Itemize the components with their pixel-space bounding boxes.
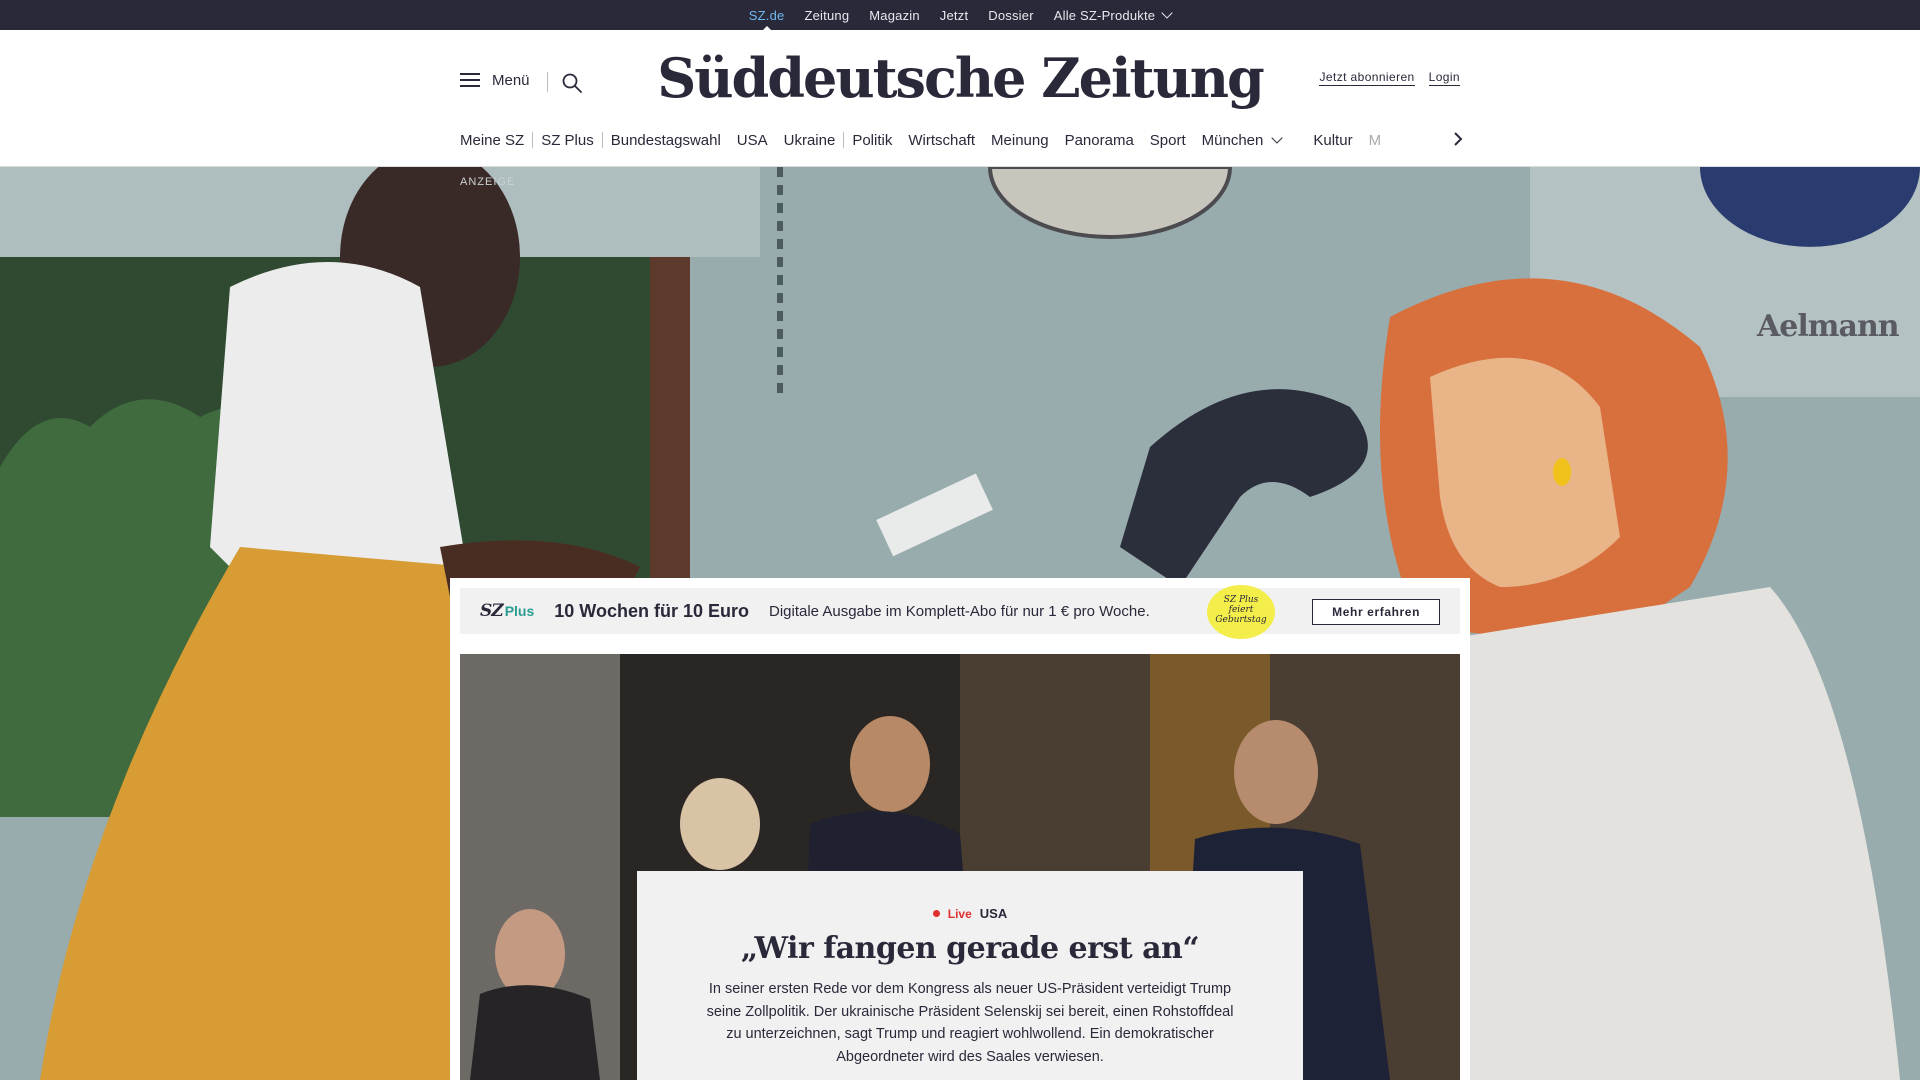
sz-plus-logo: SZ Plus bbox=[480, 601, 534, 621]
all-products-dropdown[interactable]: Alle SZ-Produkte bbox=[1053, 6, 1173, 23]
nav-item-meine-sz[interactable]: Meine SZ bbox=[460, 132, 524, 149]
login-link[interactable]: Login bbox=[1428, 70, 1460, 86]
live-dot-icon bbox=[932, 910, 940, 917]
promo-banner[interactable]: SZ Plus 10 Wochen für 10 Euro Digitale Au… bbox=[460, 585, 1460, 639]
sz-plus-logo-sz: SZ bbox=[480, 601, 504, 621]
chevron-down-icon bbox=[1161, 6, 1173, 19]
nav-item-muenchen[interactable]: München bbox=[1201, 131, 1284, 149]
nav-item-sport[interactable]: Sport bbox=[1150, 132, 1186, 149]
lead-photo[interactable]: Live USA „Wir fangen gerade erst an“ In … bbox=[460, 654, 1460, 1080]
main-navigation: Meine SZ SZ Plus Bundestagswahl USA Ukra… bbox=[460, 130, 1460, 150]
nav-item-meinung[interactable]: Meinung bbox=[991, 132, 1049, 149]
lead-teaser[interactable]: Live USA „Wir fangen gerade erst an“ In … bbox=[637, 871, 1303, 1080]
nav-divider bbox=[601, 132, 603, 148]
top-link-zeitung[interactable]: Zeitung bbox=[804, 8, 849, 23]
birthday-badge: SZ Plus feiert Geburtstag bbox=[1207, 585, 1275, 639]
nav-item-sz-plus[interactable]: SZ Plus bbox=[541, 132, 594, 149]
nav-item-kultur[interactable]: Kultur bbox=[1313, 132, 1352, 149]
chevron-right-icon[interactable] bbox=[1450, 131, 1466, 147]
ad-brand-logo: Aelmann bbox=[1757, 309, 1900, 344]
promo-headline: 10 Wochen für 10 Euro bbox=[554, 600, 749, 621]
ad-label: ANZEIGE bbox=[460, 176, 516, 188]
subscribe-link[interactable]: Jetzt abonnieren bbox=[1319, 70, 1415, 86]
chevron-down-icon bbox=[1271, 131, 1284, 144]
promo-text: Digitale Ausgabe im Komplett-Abo für nur… bbox=[768, 602, 1150, 620]
nav-item-usa[interactable]: USA bbox=[737, 132, 768, 149]
top-link-dossier[interactable]: Dossier bbox=[988, 8, 1033, 23]
learn-more-button[interactable]: Mehr erfahren bbox=[1312, 599, 1440, 625]
nav-item-wirtschaft[interactable]: Wirtschaft bbox=[908, 132, 975, 149]
sz-plus-logo-plus: Plus bbox=[504, 603, 535, 619]
teaser-headline[interactable]: „Wir fangen gerade erst an“ bbox=[637, 931, 1303, 966]
top-link-magazin[interactable]: Magazin bbox=[869, 8, 920, 23]
nav-divider bbox=[532, 132, 534, 148]
teaser-topic: USA bbox=[979, 906, 1008, 921]
site-header: Menü Süddeutsche Zeitung Jetzt abonniere… bbox=[0, 30, 1920, 167]
top-bar: SZ.de Zeitung Magazin Jetzt Dossier Alle… bbox=[0, 0, 1920, 32]
account-links: Jetzt abonnieren Login bbox=[1319, 70, 1460, 86]
nav-item-muenchen-label: München bbox=[1201, 131, 1264, 149]
nav-item-truncated[interactable]: M bbox=[1369, 132, 1382, 149]
badge-line: feiert bbox=[1228, 605, 1254, 615]
teaser-kicker: Live USA bbox=[637, 906, 1303, 921]
nav-item-politik[interactable]: Politik bbox=[852, 132, 892, 149]
nav-item-ukraine[interactable]: Ukraine bbox=[784, 132, 836, 149]
nav-item-bundestagswahl[interactable]: Bundestagswahl bbox=[611, 132, 721, 149]
top-link-jetzt[interactable]: Jetzt bbox=[940, 8, 968, 23]
teaser-summary: In seiner ersten Rede vor dem Kongress a… bbox=[706, 981, 1234, 1065]
top-link-szde[interactable]: SZ.de bbox=[749, 8, 785, 32]
site-logo[interactable]: Süddeutsche Zeitung bbox=[0, 46, 1920, 110]
nav-divider bbox=[843, 132, 845, 148]
all-products-label: Alle SZ-Produkte bbox=[1053, 7, 1156, 23]
nav-item-panorama[interactable]: Panorama bbox=[1065, 132, 1134, 149]
top-links: SZ.de Zeitung Magazin Jetzt Dossier Alle… bbox=[0, 0, 1920, 32]
content-card: SZ Plus 10 Wochen für 10 Euro Digitale Au… bbox=[450, 578, 1470, 1080]
live-label: Live bbox=[947, 906, 972, 921]
badge-line: SZ Plus bbox=[1223, 595, 1259, 605]
badge-line: Geburtstag bbox=[1215, 615, 1267, 625]
